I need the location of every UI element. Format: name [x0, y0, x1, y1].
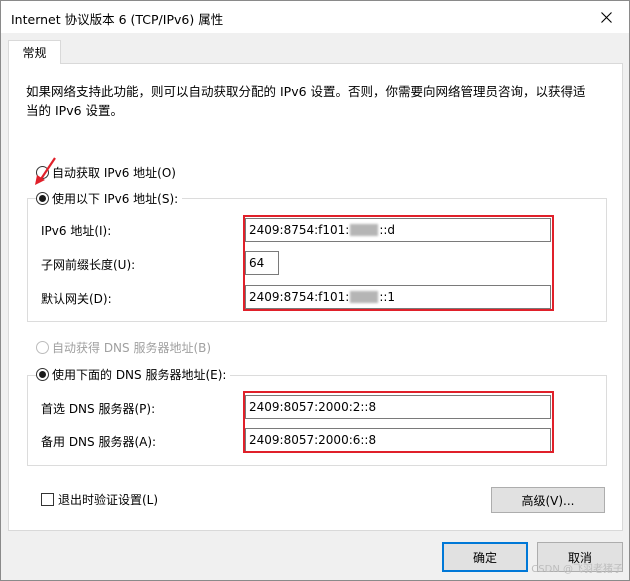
redacted-segment [350, 224, 379, 236]
auto-dns-radio-label: 自动获得 DNS 服务器地址(B) [52, 341, 212, 355]
dns-group [27, 375, 607, 466]
manual-ipv6-radio[interactable]: 使用以下 IPv6 地址(S): [36, 190, 183, 207]
dialog-window: Internet 协议版本 6 (TCP/IPv6) 属性 常规 如果网络支持此… [0, 0, 630, 581]
general-panel: 如果网络支持此功能，则可以自动获取分配的 IPv6 设置。否则，你需要向网络管理… [8, 63, 623, 531]
checkbox-box [41, 493, 54, 506]
prefix-length-label: 子网前缀长度(U): [41, 258, 136, 272]
close-icon [600, 11, 612, 23]
ok-button[interactable]: 确定 [442, 542, 528, 572]
close-button[interactable] [583, 1, 629, 33]
ipv6-address-prefix: 2409:8754:f101: [249, 223, 350, 237]
preferred-dns-label: 首选 DNS 服务器(P): [41, 402, 156, 416]
gateway-prefix: 2409:8754:f101: [249, 290, 350, 304]
watermark: CSDN @飞羽老猪子 [531, 564, 623, 575]
manual-ipv6-radio-label: 使用以下 IPv6 地址(S): [52, 192, 179, 206]
preferred-dns-input[interactable]: 2409:8057:2000:2::8 [245, 395, 551, 419]
ipv6-address-input[interactable]: 2409:8754:f101:::d [245, 218, 551, 242]
alternate-dns-label: 备用 DNS 服务器(A): [41, 435, 157, 449]
tab-general[interactable]: 常规 [8, 40, 61, 64]
gateway-suffix: ::1 [379, 290, 396, 304]
radio-circle-checked [36, 368, 49, 381]
advanced-button[interactable]: 高级(V)... [491, 487, 605, 513]
ipv6-address-label: IPv6 地址(I): [41, 224, 112, 238]
validate-on-exit-label: 退出时验证设置(L) [58, 493, 159, 507]
manual-dns-radio-label: 使用下面的 DNS 服务器地址(E): [52, 368, 227, 382]
redacted-segment [350, 291, 379, 303]
ipv6-address-suffix: ::d [379, 223, 396, 237]
description-text: 如果网络支持此功能，则可以自动获取分配的 IPv6 设置。否则，你需要向网络管理… [26, 84, 586, 118]
prefix-length-input[interactable]: 64 [245, 251, 279, 275]
title-bar: Internet 协议版本 6 (TCP/IPv6) 属性 [1, 1, 629, 33]
gateway-input[interactable]: 2409:8754:f101:::1 [245, 285, 551, 309]
validate-on-exit-checkbox[interactable]: 退出时验证设置(L) [41, 491, 158, 508]
alternate-dns-input[interactable]: 2409:8057:2000:6::8 [245, 428, 551, 452]
red-arrow-annotation-icon [35, 157, 56, 185]
tab-strip: 常规 [1, 33, 629, 64]
gateway-label: 默认网关(D): [41, 292, 112, 306]
manual-dns-radio[interactable]: 使用下面的 DNS 服务器地址(E): [36, 366, 231, 383]
window-title: Internet 协议版本 6 (TCP/IPv6) 属性 [11, 12, 224, 27]
radio-circle-checked [36, 192, 49, 205]
auto-dns-radio[interactable]: 自动获得 DNS 服务器地址(B) [36, 339, 211, 356]
auto-ipv6-radio-label: 自动获取 IPv6 地址(O) [52, 166, 176, 180]
radio-circle [36, 341, 49, 354]
